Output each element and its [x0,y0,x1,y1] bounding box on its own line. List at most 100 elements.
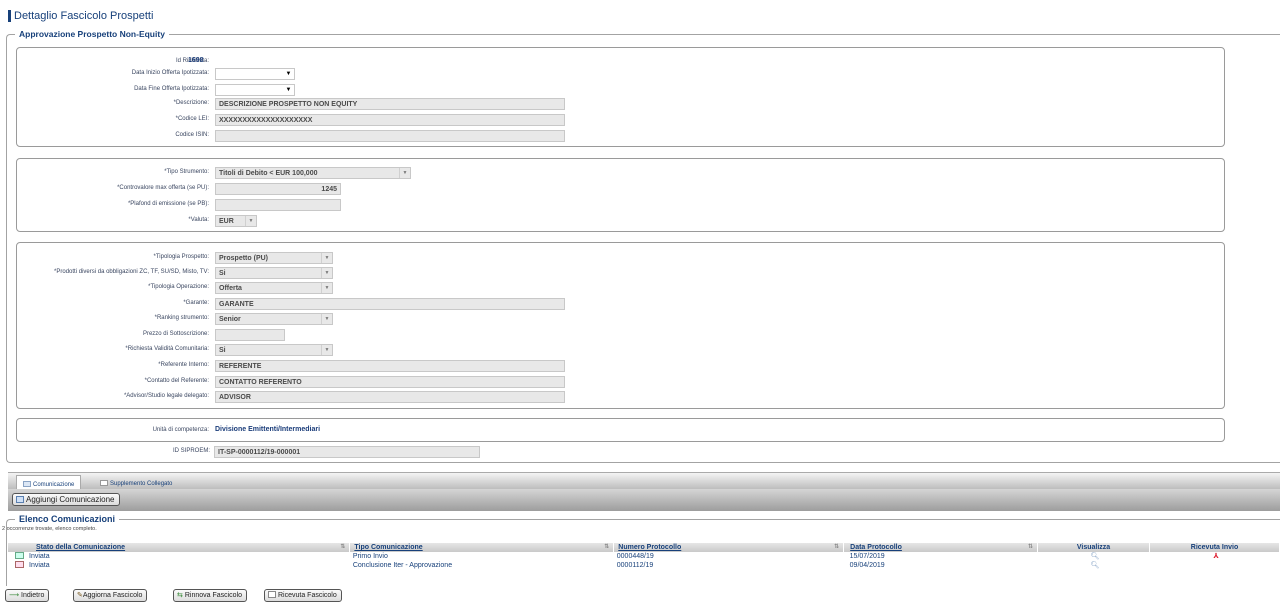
valuta-select[interactable]: EUR ▼ [215,215,257,227]
tab-comunicazione[interactable]: Comunicazione [16,475,82,490]
unita-label: Unità di competenza: [152,427,209,433]
referente-label: *Referente Interno: [158,362,209,368]
prezzo-label: Prezzo di Sottoscrizione: [142,331,209,337]
chevron-down-icon: ▼ [321,253,332,263]
contatto-field[interactable]: CONTATTO REFERENTO [215,376,565,388]
communications-table: Stato della Comunicazione ⇅ Tipo Comunica… [8,543,1280,570]
data-fine-select[interactable]: ▼ [215,84,295,96]
view-icon[interactable]: 🔍︎ [1038,552,1150,561]
sort-icon: ⇅ [1028,544,1034,550]
tab-bar: Comunicazione Supplemento Collegato [8,472,1280,490]
data-cell: 15/07/2019 [849,553,885,560]
tipo-cell: Primo Invio [352,553,388,560]
chevron-down-icon: ▼ [321,345,332,355]
header-visualizza: Visualizza [1037,543,1151,552]
instrument-box: *Tipo Strumento: Titoli di Debito < EUR … [16,158,1225,232]
indietro-button[interactable]: ⟶ Indietro [5,589,50,602]
tipologia-operazione-label: *Tipologia Operazione: [148,284,209,290]
tipologia-prospetto-label: *Tipologia Prospetto: [153,254,209,260]
descrizione-field[interactable]: DESCRIZIONE PROSPETTO NON EQUITY [215,98,565,110]
sort-icon: ⇅ [834,544,840,550]
header-numero[interactable]: Numero Protocollo ⇅ [613,543,845,552]
advisor-field[interactable]: ADVISOR [215,391,565,403]
codice-isin-field[interactable] [215,130,565,142]
plafond-field[interactable] [215,199,341,211]
data-cell: 09/04/2019 [849,562,885,569]
aggiungi-comunicazione-button[interactable]: Aggiungi Comunicazione [12,493,120,506]
aggiorna-fascicolo-button[interactable]: ✎Aggiorna Fascicolo [73,589,148,602]
chevron-down-icon: ▼ [321,268,332,278]
data-fine-label: Data Fine Offerta Ipotizzata: [134,86,209,92]
bottom-actions: ⟶ Indietro ✎Aggiorna Fascicolo ⇆ Rinnova… [0,589,1280,604]
request-details-box: Id Richiesta: 1698 Data Inizio Offerta I… [16,47,1225,147]
section-title: Approvazione Prospetto Non-Equity [19,29,165,39]
contatto-label: *Contatto del Referente: [144,378,209,384]
prodotti-label: *Prodotti diversi da obbligazioni ZC, TF… [54,269,209,275]
id-richiesta-value: 1698 [188,57,204,64]
renew-icon: ⇆ [177,592,183,599]
table-row: Inviata Conclusione Iter - Approvazione … [8,561,1280,570]
plafond-label: *Plafond di emissione (se PB): [127,201,209,207]
document-icon [268,591,276,598]
data-inizio-select[interactable]: ▼ [215,68,295,80]
header-stato[interactable]: Stato della Comunicazione ⇅ [8,543,351,552]
tipo-cell: Conclusione Iter - Approvazione [352,562,453,569]
rinnova-fascicolo-button[interactable]: ⇆ Rinnova Fascicolo [173,589,248,602]
prospectus-box: *Tipologia Prospetto: Prospetto (PU) ▼ *… [16,242,1225,409]
chevron-down-icon: ▼ [321,283,332,293]
tipo-strumento-label: *Tipo Strumento: [164,169,209,175]
add-document-icon [16,496,24,503]
descrizione-label: *Descrizione: [173,100,209,106]
document-icon [100,480,108,486]
sort-icon: ⇅ [604,544,610,550]
numero-cell: 0000112/19 [616,562,654,569]
ranking-select[interactable]: Senior ▼ [215,313,333,325]
header-ricevuta: Ricevuta Invio [1149,543,1280,552]
validita-select[interactable]: Si ▼ [215,344,333,356]
advisor-label: *Advisor/Studio legale delegato: [123,393,209,399]
unita-value: Divisione Emittenti/Intermediari [215,426,321,433]
valuta-label: *Valuta: [188,217,209,223]
chevron-down-icon: ▼ [245,216,256,226]
codice-lei-label: *Codice LEI: [175,116,209,122]
chevron-down-icon: ▼ [399,168,410,178]
sort-icon: ⇅ [340,544,346,550]
tipo-strumento-select[interactable]: Titoli di Debito < EUR 100,000 ▼ [215,167,411,179]
referente-field[interactable]: REFERENTE [215,360,565,372]
chevron-down-icon: ▼ [321,314,332,324]
back-arrow-icon: ⟶ [9,592,20,599]
occurrences-text: 2 occorrenze trovate, elenco completo. [2,526,97,532]
ranking-label: *Ranking strumento: [154,315,209,321]
toolbar: Aggiungi Comunicazione [8,489,1280,511]
table-row: Inviata Primo Invio 0000448/19 15/07/201… [8,552,1280,561]
siproem-row: ID SIPROEM: IT-SP-0000112/19-000001 [16,446,1225,458]
controvalore-label: *Controvalore max offerta (se PU): [117,185,209,191]
list-title: Elenco Comunicazioni [19,514,116,524]
siproem-label: ID SIPROEM: [172,448,210,454]
tab-comunicazione-icon [23,481,31,487]
chevron-down-icon: ▼ [285,71,292,77]
tipologia-prospetto-select[interactable]: Prospetto (PU) ▼ [215,252,333,264]
view-icon[interactable]: 🔍︎ [1038,561,1150,570]
garante-field[interactable]: GARANTE [215,298,565,310]
page-title: Dettaglio Fascicolo Prospetti [8,10,153,22]
validita-label: *Richiesta Validità Comunitaria: [125,346,209,352]
prezzo-field[interactable] [215,329,285,341]
header-tipo[interactable]: Tipo Comunicazione ⇅ [349,543,615,552]
header-data[interactable]: Data Protocollo ⇅ [843,543,1039,552]
garante-label: *Garante: [183,300,209,306]
ricevuta-fascicolo-button[interactable]: Ricevuta Fascicolo [264,589,342,602]
stato-cell: Inviata [8,552,350,561]
stato-cell: Inviata [8,561,350,570]
siproem-field[interactable]: IT-SP-0000112/19-000001 [214,446,480,458]
pdf-icon[interactable]: ⅄ [1150,552,1280,561]
controvalore-field[interactable]: 1245 [215,183,341,195]
prodotti-select[interactable]: Si ▼ [215,267,333,279]
tab-supplemento-collegato[interactable]: Supplemento Collegato [94,475,178,490]
codice-lei-field[interactable]: XXXXXXXXXXXXXXXXXXXX [215,114,565,126]
codice-isin-label: Codice ISIN: [175,132,209,138]
sent-icon [15,561,24,568]
data-inizio-label: Data Inizio Offerta Ipotizzata: [131,70,209,76]
unit-box: Unità di competenza: Divisione Emittenti… [16,418,1225,442]
tipologia-operazione-select[interactable]: Offerta ▼ [215,282,333,294]
